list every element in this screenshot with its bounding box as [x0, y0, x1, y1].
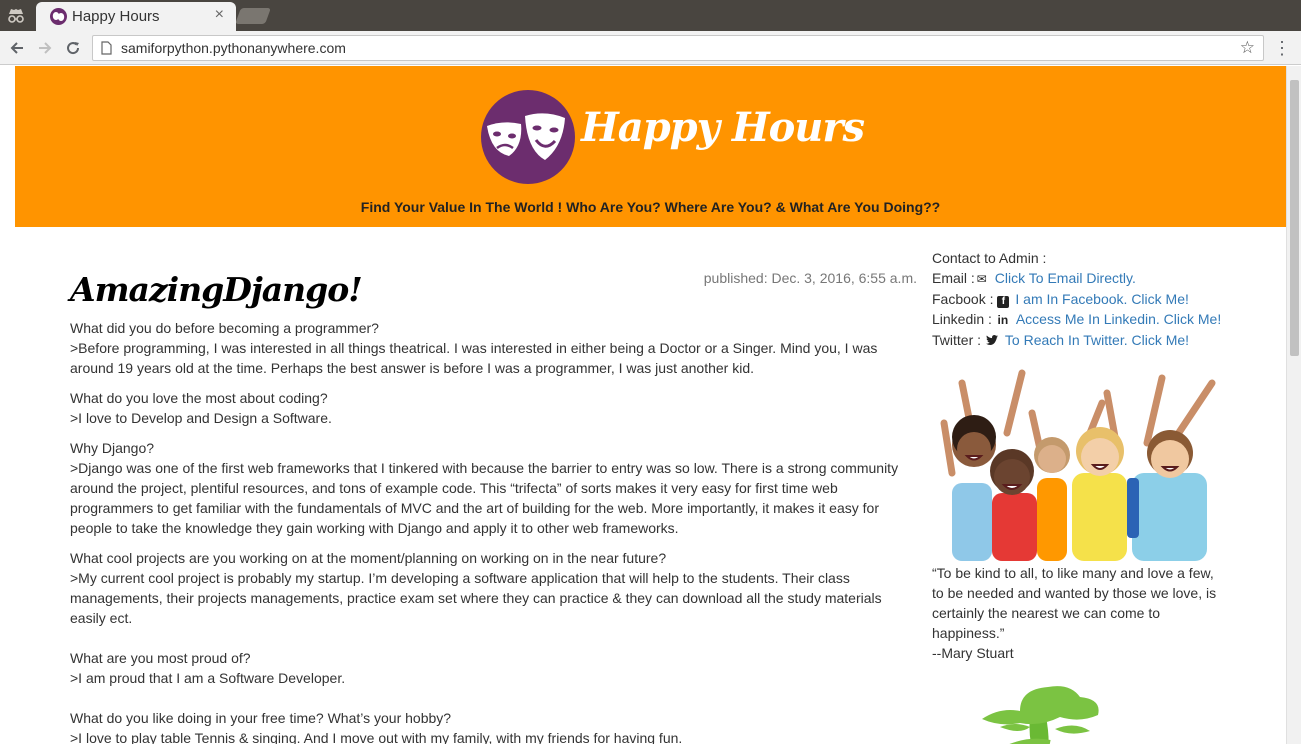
linkedin-link[interactable]: Access Me In Linkedin. Click Me! — [1016, 311, 1221, 327]
menu-dots-icon[interactable]: ⋮ — [1273, 37, 1291, 59]
new-tab-button[interactable] — [235, 8, 271, 24]
tab-title: Happy Hours — [72, 8, 160, 25]
happy-kids-image — [932, 353, 1222, 561]
incognito-icon — [8, 9, 24, 23]
quote-author: --Mary Stuart — [932, 645, 1014, 661]
post-title[interactable]: AmazingDjango! — [70, 270, 363, 309]
envelope-icon: ✉ — [976, 272, 987, 286]
scrollbar-thumb[interactable] — [1290, 80, 1299, 356]
site-header: Happy Hours Find Your Value In The World… — [15, 66, 1286, 227]
contact-twitter-row: Twitter : To Reach In Twitter. Click Me! — [932, 330, 1232, 351]
post-paragraph: What do you like doing in your free time… — [70, 710, 683, 744]
page-viewport: Happy Hours Find Your Value In The World… — [0, 66, 1301, 744]
contact-linkedin-row: Linkedin : in Access Me In Linkedin. Clic… — [932, 309, 1232, 330]
email-link[interactable]: Click To Email Directly. — [995, 270, 1136, 286]
url-text: samiforpython.pythonanywhere.com — [121, 40, 346, 56]
tree-image — [970, 677, 1110, 744]
facebook-icon: f — [997, 296, 1010, 308]
twitter-icon — [985, 331, 999, 351]
theater-masks-icon — [481, 90, 575, 184]
browser-toolbar: samiforpython.pythonanywhere.com ☆ ⋮ — [0, 31, 1301, 65]
twitter-link[interactable]: To Reach In Twitter. Click Me! — [1005, 332, 1189, 348]
page-icon — [101, 41, 112, 55]
quote: “To be kind to all, to like many and lov… — [932, 563, 1222, 663]
page-scrollbar[interactable] — [1286, 66, 1301, 744]
quote-text: “To be kind to all, to like many and lov… — [932, 565, 1217, 641]
facebook-link[interactable]: I am In Facebook. Click Me! — [1015, 291, 1189, 307]
back-arrow-icon[interactable] — [6, 37, 28, 59]
post-paragraph: Why Django? >Django was one of the first… — [70, 440, 899, 536]
post-paragraph: What cool projects are you working on at… — [70, 550, 882, 626]
post-body: What did you do before becoming a progra… — [70, 318, 910, 744]
contact-heading: Contact to Admin : — [932, 250, 1047, 266]
address-bar[interactable]: samiforpython.pythonanywhere.com ☆ — [92, 35, 1264, 61]
post-published-date: published: Dec. 3, 2016, 6:55 a.m. — [703, 270, 917, 286]
sidebar: Contact to Admin : Email : ✉ Click To Emai… — [932, 248, 1232, 744]
linkedin-icon: in — [997, 313, 1009, 327]
post-paragraph: What do you love the most about coding? … — [70, 390, 332, 426]
browser-tab-bar: Happy Hours × — [0, 0, 1301, 31]
close-icon[interactable]: × — [215, 6, 224, 24]
post-paragraph: What did you do before becoming a progra… — [70, 320, 878, 376]
contact-email-row: Email : ✉ Click To Email Directly. — [932, 268, 1232, 289]
forward-arrow-icon[interactable] — [34, 37, 56, 59]
tab-happy-hours[interactable]: Happy Hours × — [36, 2, 236, 31]
site-title[interactable]: Happy Hours — [581, 104, 865, 151]
site-tagline: Find Your Value In The World ! Who Are Y… — [360, 199, 941, 215]
post-paragraph: What are you most proud of? >I am proud … — [70, 650, 346, 686]
theater-masks-icon — [50, 8, 67, 25]
reload-icon[interactable] — [62, 37, 84, 59]
star-icon[interactable]: ☆ — [1240, 38, 1255, 58]
contact-facebook-row: Facbook : fI am In Facebook. Click Me! — [932, 291, 1189, 308]
